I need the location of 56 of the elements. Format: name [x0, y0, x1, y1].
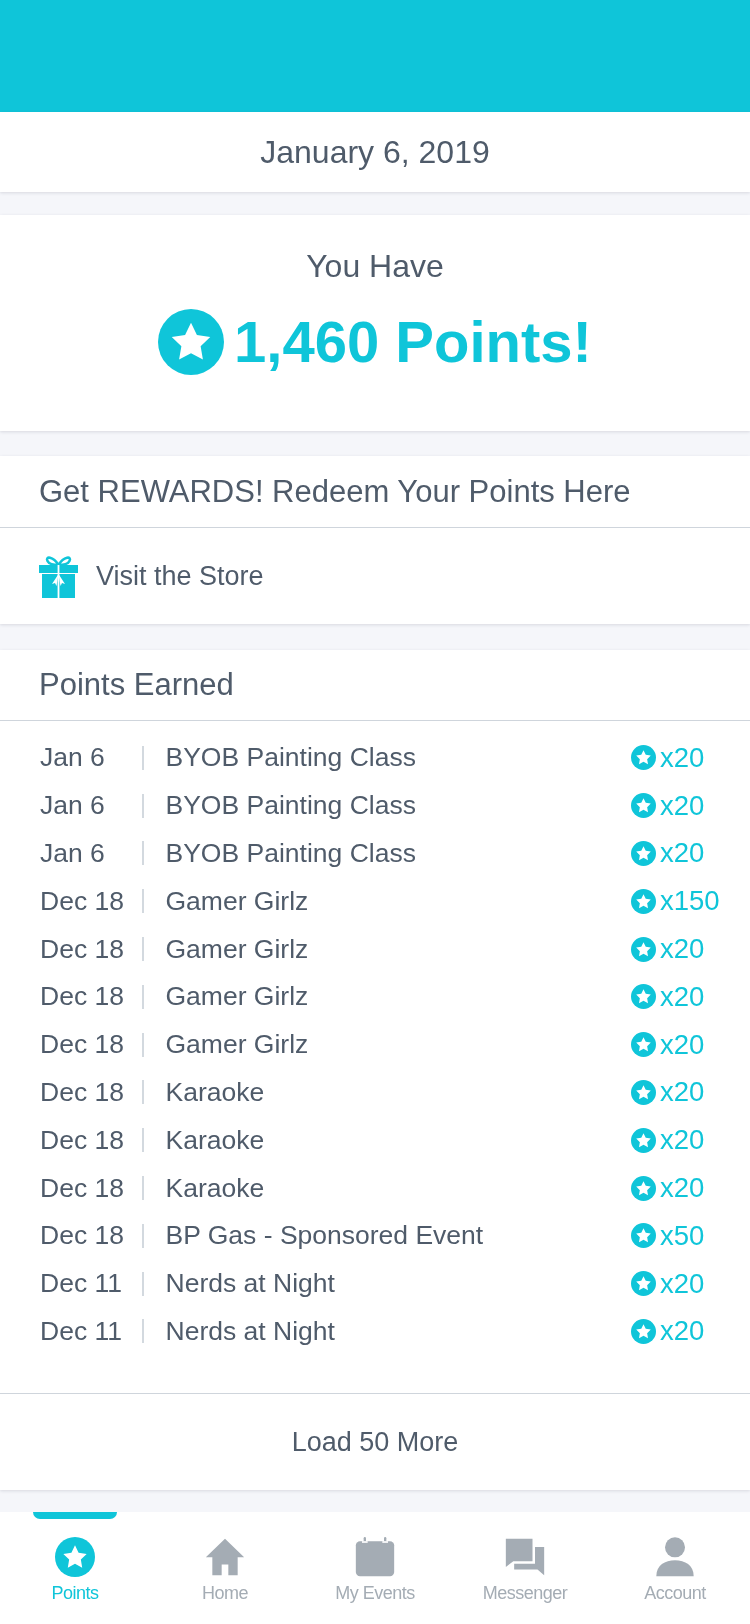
points-cell: x20 — [660, 933, 705, 966]
date-cell-text: Dec 18 — [40, 1124, 125, 1156]
date-cell-text: Jan 6 — [40, 838, 106, 869]
event-cell-text: Gamer Girlz — [165, 933, 310, 965]
points-cell: x50 — [660, 1219, 705, 1252]
date-cell-text: Dec 18 — [40, 1029, 125, 1061]
calendar-icon — [355, 1537, 395, 1577]
event-cell-text: Karaoke — [165, 1076, 266, 1108]
nav-tab[interactable]: Points — [0, 1512, 150, 1624]
event-cell-text: Karaoke — [165, 1124, 266, 1156]
points-cell: x20 — [660, 789, 705, 822]
points-earned-heading: Points Earned — [0, 650, 750, 721]
points-cell: x20 — [660, 837, 705, 870]
points-cell: x20 — [660, 1028, 705, 1061]
date-cell-text: Dec 18 — [40, 933, 125, 965]
date-label: January 6, 2019 — [260, 133, 490, 172]
points-cell: x20 — [660, 1124, 705, 1157]
event-cell-text: BYOB Painting Class — [165, 742, 417, 774]
points-cell: x20 — [660, 1172, 705, 1205]
date-cell-text: Dec 18 — [40, 1172, 125, 1204]
points-cell: x20 — [660, 1076, 705, 1109]
rewards-heading: Get REWARDS! Redeem Your Points Here — [0, 456, 750, 528]
load-more-button[interactable]: Load 50 More — [0, 1394, 750, 1491]
points-total: 1,460 Points! — [234, 309, 592, 375]
points-cell: x20 — [660, 980, 705, 1013]
points-cell: x20 — [660, 1315, 705, 1348]
home-icon — [205, 1537, 245, 1577]
points-cell: x20 — [660, 1267, 705, 1300]
event-cell-text: Gamer Girlz — [165, 981, 310, 1013]
points-cell: x20 — [660, 741, 705, 774]
gift-icon — [39, 554, 78, 598]
chat-icon — [505, 1537, 545, 1577]
event-cell-text: Karaoke — [165, 1172, 266, 1204]
event-cell-text: Gamer Girlz — [165, 885, 310, 917]
nav-tab[interactable]: Account — [600, 1512, 750, 1624]
event-cell-text: Nerds at Night — [165, 1315, 336, 1347]
date-cell-text: Dec 18 — [40, 1220, 125, 1252]
event-cell-text: Nerds at Night — [165, 1268, 336, 1300]
date-cell-text: Dec 11 — [40, 1315, 123, 1347]
date-cell-text: Dec 18 — [40, 885, 125, 917]
you-have-label: You Have — [306, 247, 444, 286]
date-cell-text: Dec 11 — [40, 1268, 123, 1300]
person-icon — [655, 1537, 695, 1577]
points-cell: x150 — [660, 885, 720, 918]
date-cell-text: Dec 18 — [40, 1076, 125, 1108]
date-cell-text: Dec 18 — [40, 981, 125, 1013]
nav-tab[interactable]: Messenger — [450, 1512, 600, 1624]
date-cell-text: Jan 6 — [40, 742, 106, 774]
event-cell-text: BYOB Painting Class — [165, 838, 417, 869]
event-cell-text: Gamer Girlz — [165, 1029, 310, 1061]
date-cell-text: Jan 6 — [40, 790, 106, 822]
event-cell-text: BP Gas - Sponsored Event — [165, 1220, 485, 1252]
nav-tab[interactable]: My Events — [300, 1512, 450, 1624]
event-cell-text: BYOB Painting Class — [165, 790, 417, 822]
nav-tab[interactable]: Home — [150, 1512, 300, 1624]
visit-store-link[interactable]: Visit the Store — [0, 528, 750, 624]
